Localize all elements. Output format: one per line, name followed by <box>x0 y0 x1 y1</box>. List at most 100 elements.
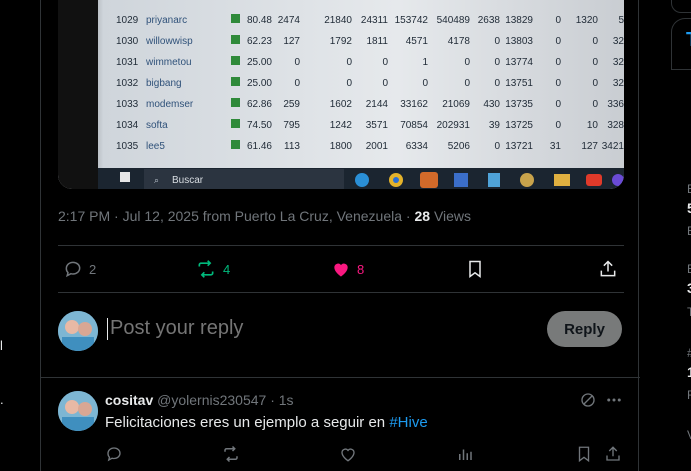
reply-action[interactable]: 2 <box>63 259 96 279</box>
comment-author-name[interactable]: cositav <box>105 392 153 408</box>
sheet-cell-id: 1035 <box>116 141 139 152</box>
sheet-cell-g: 13735 <box>505 99 533 110</box>
trend-fragment[interactable]: E <box>687 182 691 196</box>
sheet-cell-d: 4571 <box>406 36 429 47</box>
comment-repost-action[interactable] <box>221 445 241 463</box>
left-sidebar-fragment[interactable]: l <box>0 338 3 353</box>
sheet-cell-i: 127 <box>581 141 598 152</box>
trend-fragment[interactable]: T <box>687 305 691 319</box>
trend-fragment[interactable]: 5 <box>687 200 691 216</box>
post-time[interactable]: 2:17 PM <box>58 208 110 224</box>
bookmark-icon <box>578 446 590 463</box>
sheet-cell-score: 61.46 <box>247 141 272 152</box>
grok-action[interactable] <box>579 391 597 409</box>
comment-like-action[interactable] <box>339 445 357 463</box>
sheet-cell-score: 25.00 <box>247 78 272 89</box>
comment-text: Felicitaciones eres un ejemplo a seguir … <box>105 414 428 431</box>
comment-author-handle[interactable]: @yolernis230547 <box>157 392 266 408</box>
post-date[interactable]: Jul 12, 2025 <box>123 208 199 224</box>
sheet-cell-d: 33162 <box>400 99 428 110</box>
heart-icon <box>341 448 355 462</box>
sheet-cell-name: bigbang <box>146 78 182 89</box>
bookmark-icon <box>469 260 481 278</box>
sheet-cell-i: 0 <box>592 57 598 68</box>
sheet-cell-a: 259 <box>283 99 300 110</box>
sheet-cell-b: 1800 <box>330 141 353 152</box>
sheet-cell-h: 31 <box>550 141 562 152</box>
sheet-cell-name: softa <box>146 120 168 131</box>
sheet-cell-a: 0 <box>294 78 300 89</box>
repost-count: 4 <box>223 261 231 277</box>
comment-share-action[interactable] <box>604 445 622 463</box>
comment-avatar[interactable] <box>58 391 98 431</box>
sheet-cell-e: 21069 <box>442 99 470 110</box>
comment-time[interactable]: · 1s <box>270 392 293 408</box>
repost-action[interactable]: 4 <box>195 259 230 279</box>
row-status-icon <box>231 77 240 86</box>
like-action[interactable]: 8 <box>331 259 364 279</box>
comment-reply-action[interactable] <box>105 445 123 463</box>
sheet-cell-b: 0 <box>346 57 352 68</box>
trend-fragment[interactable]: E <box>687 224 691 238</box>
trend-fragment[interactable]: 3 <box>687 280 691 296</box>
sheet-cell-c: 2144 <box>366 99 389 110</box>
views-icon <box>459 449 472 460</box>
reply-icon <box>107 447 121 462</box>
reply-button[interactable]: Reply <box>547 311 622 347</box>
comment-bookmark-action[interactable] <box>575 445 593 463</box>
comment-body: Felicitaciones eres un ejemplo a seguir … <box>105 414 390 431</box>
row-status-icon <box>231 140 240 149</box>
trend-fragment[interactable]: 1 <box>687 364 691 380</box>
row-status-icon <box>231 119 240 128</box>
sheet-cell-id: 1033 <box>116 99 139 110</box>
left-sidebar-fragment[interactable]: . <box>0 392 4 407</box>
sheet-cell-d: 6334 <box>406 141 429 152</box>
meta-separator: · <box>114 208 119 224</box>
sheet-cell-g: 13751 <box>505 78 533 89</box>
post-meta: 2:17 PM · Jul 12, 2025 from Puerto La Cr… <box>58 208 471 224</box>
sheet-cell-id: 1029 <box>116 15 139 26</box>
sheet-cell-score: 62.86 <box>247 99 272 110</box>
comment-views-action[interactable] <box>456 445 474 463</box>
sheet-cell-name: wimmetou <box>145 57 192 68</box>
sheet-cell-score: 80.48 <box>247 15 272 26</box>
photo-spreadsheet: 1029 priyanarc 80.48 2474 21840 24311 153742 54… <box>58 0 624 189</box>
hashtag-link[interactable]: #Hive <box>389 414 427 431</box>
sheet-cell-g: 13774 <box>505 57 533 68</box>
search-box-edge[interactable] <box>671 0 691 13</box>
sheet-cell-id: 1031 <box>116 57 139 68</box>
avatar[interactable] <box>58 311 98 351</box>
more-action[interactable] <box>605 391 623 409</box>
divider <box>58 292 624 293</box>
sheet-cell-c: 24311 <box>361 15 389 26</box>
sheet-cell-e: 0 <box>464 78 470 89</box>
divider <box>58 245 624 246</box>
post-photo[interactable]: 1029 priyanarc 80.48 2474 21840 24311 153742 54… <box>58 0 624 189</box>
bookmark-action[interactable] <box>465 259 485 279</box>
sheet-cell-e: 540489 <box>437 15 471 26</box>
sheet-cell-name: priyanarc <box>146 15 187 26</box>
row-status-icon <box>231 35 240 44</box>
sheet-cell-b: 0 <box>346 78 352 89</box>
views-count: 28 <box>414 208 431 224</box>
sheet-cell-score: 25.00 <box>247 57 272 68</box>
trend-fragment[interactable]: E <box>687 262 691 276</box>
sheet-cell-e: 0 <box>464 57 470 68</box>
sheet-cell-g: 13829 <box>505 15 533 26</box>
reply-input[interactable] <box>108 316 512 341</box>
sheet-cell-f: 0 <box>494 57 500 68</box>
trend-fragment[interactable]: F <box>687 388 691 402</box>
card-letter: T <box>686 29 691 52</box>
trend-fragment[interactable]: V <box>687 428 691 442</box>
app-icon-2 <box>612 174 624 186</box>
row-status-icon <box>231 98 240 107</box>
sheet-cell-d: 0 <box>422 78 428 89</box>
sheet-cell-f: 2638 <box>478 15 501 26</box>
taskbar-search-label: Buscar <box>172 175 204 186</box>
sheet-cell-i: 0 <box>592 36 598 47</box>
sheet-cell-c: 2001 <box>366 141 389 152</box>
heart-icon <box>334 263 348 277</box>
sheet-cell-j: 32 <box>613 78 624 89</box>
share-action[interactable] <box>598 259 618 279</box>
trend-fragment[interactable]: # <box>687 346 691 360</box>
